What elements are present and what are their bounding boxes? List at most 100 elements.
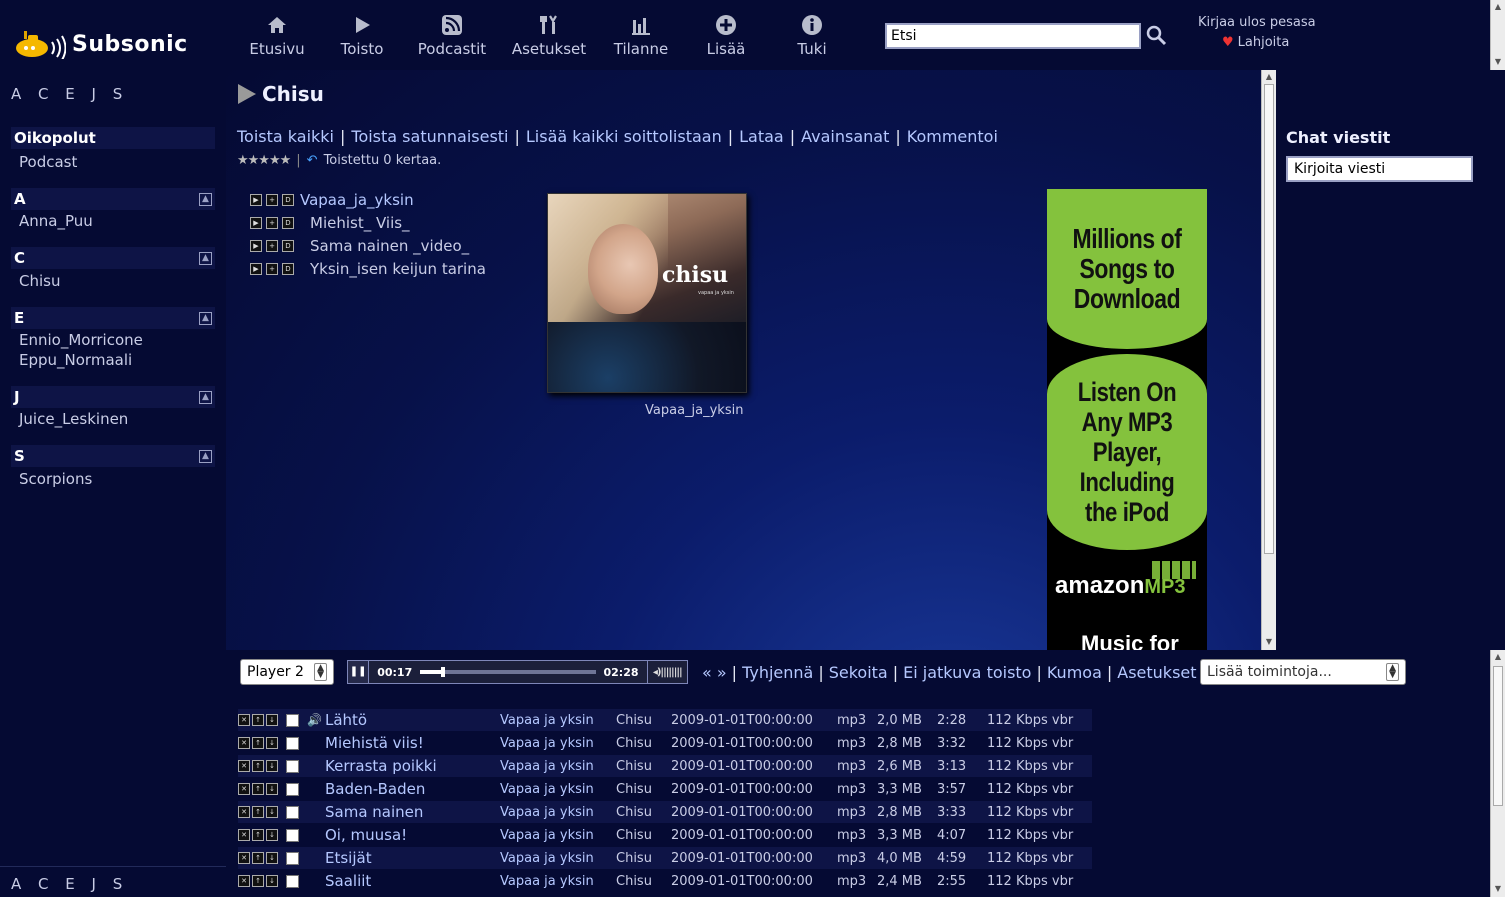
- move-up-icon[interactable]: ↑: [252, 714, 264, 726]
- play-track-icon[interactable]: ▶: [250, 263, 262, 275]
- song-album[interactable]: Vapaa ja yksin: [500, 874, 616, 889]
- move-down-icon[interactable]: ↓: [266, 852, 278, 864]
- pause-icon[interactable]: ❚❚: [348, 661, 370, 683]
- move-up-icon[interactable]: ↑: [252, 875, 264, 887]
- move-down-icon[interactable]: ↓: [266, 875, 278, 887]
- artist-link[interactable]: Scorpions: [19, 470, 92, 488]
- song-album[interactable]: Vapaa ja yksin: [500, 782, 616, 797]
- remove-icon[interactable]: ✕: [238, 806, 250, 818]
- artist-link[interactable]: Chisu: [19, 272, 60, 290]
- undo-link[interactable]: Kumoa: [1047, 663, 1102, 682]
- progress-bar[interactable]: [420, 667, 596, 677]
- song-title[interactable]: Oi, muusa!: [325, 826, 500, 844]
- playlist-row[interactable]: ✕ ↑ ↓ Miehistä viis! Vapaa ja yksin Chisu 2009…: [238, 732, 1092, 754]
- more-actions-select[interactable]: Lisää toimintoja... ▲ ▼: [1200, 659, 1406, 685]
- collapse-icon[interactable]: ▲: [199, 311, 212, 325]
- add-track-icon[interactable]: +: [266, 263, 278, 275]
- song-title[interactable]: Etsijät: [325, 849, 500, 867]
- song-album[interactable]: Vapaa ja yksin: [500, 828, 616, 843]
- scroll-up-icon[interactable]: ▲: [1262, 70, 1276, 84]
- nav-more[interactable]: Lisää: [704, 14, 748, 64]
- download-track-icon[interactable]: D: [282, 194, 294, 206]
- add-track-icon[interactable]: +: [266, 240, 278, 252]
- playlist-row[interactable]: ✕ ↑ ↓ Sama nainen Vapaa ja yksin Chisu 2009-01…: [238, 801, 1092, 823]
- row-checkbox[interactable]: [286, 805, 299, 819]
- move-down-icon[interactable]: ↓: [266, 737, 278, 749]
- prev-next-icon[interactable]: « »: [702, 663, 727, 682]
- song-title[interactable]: Lähtö: [325, 711, 500, 729]
- scroll-up-icon[interactable]: ▲: [1491, 650, 1505, 664]
- top-scrollbar[interactable]: ▲ ▼: [1490, 0, 1505, 70]
- move-down-icon[interactable]: ↓: [266, 714, 278, 726]
- move-down-icon[interactable]: ↓: [266, 806, 278, 818]
- row-checkbox[interactable]: [286, 736, 299, 750]
- search-input[interactable]: [885, 23, 1141, 49]
- shuffle-link[interactable]: Sekoita: [829, 663, 888, 682]
- scroll-down-icon[interactable]: ▼: [1491, 55, 1505, 69]
- row-checkbox[interactable]: [286, 759, 299, 773]
- logo[interactable]: Subsonic: [14, 24, 214, 64]
- playlist-row[interactable]: ✕ ↑ ↓ Baden-Baden Vapaa ja yksin Chisu 2009-01…: [238, 778, 1092, 800]
- move-up-icon[interactable]: ↑: [252, 852, 264, 864]
- play-album-icon[interactable]: [238, 84, 256, 104]
- player-select[interactable]: Player 2 ▲ ▼: [240, 659, 334, 685]
- move-down-icon[interactable]: ↓: [266, 783, 278, 795]
- playlist-row[interactable]: ✕ ↑ ↓ Etsijät Vapaa ja yksin Chisu 2009-01-01T…: [238, 847, 1092, 869]
- song-album[interactable]: Vapaa ja yksin: [500, 713, 616, 728]
- move-up-icon[interactable]: ↑: [252, 760, 264, 772]
- artist-link[interactable]: Juice_Leskinen: [19, 410, 128, 428]
- rating-stars[interactable]: ★★★★★: [237, 153, 291, 168]
- scroll-up-icon[interactable]: ▲: [1491, 0, 1505, 14]
- search-icon[interactable]: [1145, 24, 1169, 48]
- play-all-link[interactable]: Toista kaikki: [237, 127, 334, 146]
- play-random-link[interactable]: Toista satunnaisesti: [351, 127, 508, 146]
- download-track-icon[interactable]: D: [282, 217, 294, 229]
- album-cover[interactable]: chisu vapaa ja yksin: [547, 193, 747, 393]
- artist-link[interactable]: Eppu_Normaali: [19, 351, 132, 369]
- remove-icon[interactable]: ✕: [238, 714, 250, 726]
- reset-rating-icon[interactable]: ↶: [307, 153, 318, 168]
- song-album[interactable]: Vapaa ja yksin: [500, 759, 616, 774]
- nav-settings[interactable]: Asetukset: [510, 14, 588, 64]
- song-album[interactable]: Vapaa ja yksin: [500, 736, 616, 751]
- collapse-icon[interactable]: ▲: [199, 449, 212, 463]
- playlist-row[interactable]: ✕ ↑ ↓ Saaliit Vapaa ja yksin Chisu 2009-01-01T…: [238, 870, 1092, 892]
- row-checkbox[interactable]: [286, 782, 299, 796]
- collapse-icon[interactable]: ▲: [199, 390, 212, 404]
- song-album[interactable]: Vapaa ja yksin: [500, 805, 616, 820]
- remove-icon[interactable]: ✕: [238, 760, 250, 772]
- move-up-icon[interactable]: ↑: [252, 829, 264, 841]
- progress-knob[interactable]: [441, 667, 446, 677]
- move-down-icon[interactable]: ↓: [266, 829, 278, 841]
- move-down-icon[interactable]: ↓: [266, 760, 278, 772]
- artist-link[interactable]: Anna_Puu: [19, 212, 93, 230]
- row-checkbox[interactable]: [286, 851, 299, 865]
- play-track-icon[interactable]: ▶: [250, 194, 262, 206]
- settings-link[interactable]: Asetukset: [1117, 663, 1196, 682]
- comment-link[interactable]: Kommentoi: [907, 127, 998, 146]
- nav-help[interactable]: Tuki: [795, 14, 829, 64]
- scroll-down-icon[interactable]: ▼: [1262, 635, 1276, 649]
- advertisement-banner[interactable]: Millions of Songs to Download Listen On …: [1047, 189, 1207, 650]
- song-title[interactable]: Kerrasta poikki: [325, 757, 500, 775]
- song-title[interactable]: Saaliit: [325, 872, 500, 890]
- logout-link[interactable]: Kirjaa ulos pesasa: [1198, 15, 1316, 30]
- song-title[interactable]: Sama nainen: [325, 803, 500, 821]
- remove-icon[interactable]: ✕: [238, 783, 250, 795]
- letter-index[interactable]: A C E J S: [11, 85, 128, 103]
- track-name[interactable]: Yksin_isen keijun tarina: [310, 260, 486, 278]
- nav-home[interactable]: Etusivu: [249, 14, 305, 64]
- chat-input[interactable]: [1286, 156, 1473, 182]
- main-scrollbar[interactable]: ▲ ▼: [1261, 70, 1276, 650]
- collapse-icon[interactable]: ▲: [199, 192, 212, 206]
- download-track-icon[interactable]: D: [282, 263, 294, 275]
- nav-play[interactable]: Toisto: [337, 14, 387, 64]
- playlist-row[interactable]: ✕ ↑ ↓ Oi, muusa! Vapaa ja yksin Chisu 2009-01-…: [238, 824, 1092, 846]
- remove-icon[interactable]: ✕: [238, 852, 250, 864]
- artist-link[interactable]: Ennio_Morricone: [19, 331, 143, 349]
- playlist-row[interactable]: ✕ ↑ ↓ 🔊 Lähtö Vapaa ja yksin Chisu 2009-01-01T0…: [238, 709, 1092, 731]
- scroll-thumb[interactable]: [1493, 666, 1503, 806]
- row-checkbox[interactable]: [286, 874, 299, 888]
- move-up-icon[interactable]: ↑: [252, 806, 264, 818]
- song-title[interactable]: Baden-Baden: [325, 780, 500, 798]
